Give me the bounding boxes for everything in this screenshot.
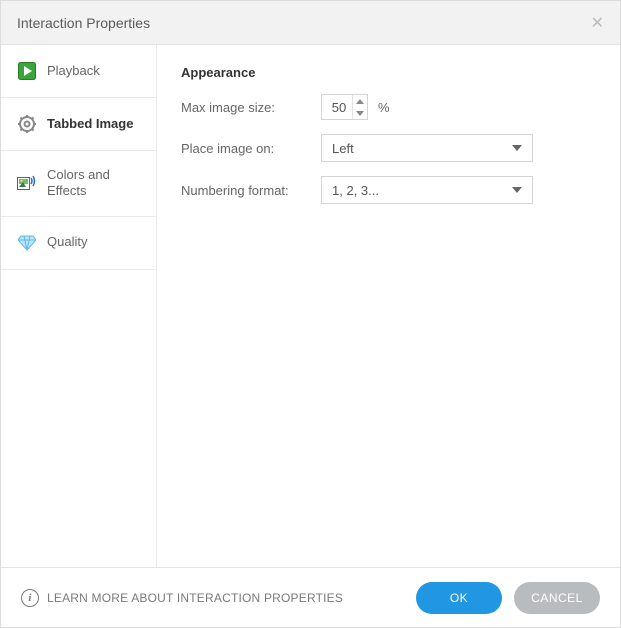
dialog-title: Interaction Properties [17,15,150,31]
footer: i LEARN MORE ABOUT INTERACTION PROPERTIE… [1,567,620,627]
stepper-up-icon[interactable] [353,95,367,107]
sidebar-item-colors-effects[interactable]: Colors and Effects [1,151,156,217]
chevron-down-icon [512,187,522,193]
gear-icon [17,114,37,134]
cancel-button[interactable]: CANCEL [514,582,600,614]
sidebar-item-label: Quality [47,234,87,250]
sidebar-item-label: Playback [47,63,100,79]
learn-more-text: LEARN MORE ABOUT INTERACTION PROPERTIES [47,591,343,605]
max-image-size-unit: % [378,100,390,115]
content-panel: Appearance Max image size: % Place image… [157,45,620,567]
place-image-value: Left [332,141,354,156]
ok-button[interactable]: OK [416,582,502,614]
numbering-format-select[interactable]: 1, 2, 3... [321,176,533,204]
place-image-select[interactable]: Left [321,134,533,162]
image-sound-icon [17,173,37,193]
place-image-label: Place image on: [181,141,321,156]
sidebar-item-quality[interactable]: Quality [1,217,156,270]
numbering-format-value: 1, 2, 3... [332,183,379,198]
title-bar: Interaction Properties ✕ [1,1,620,45]
chevron-down-icon [512,145,522,151]
info-icon: i [21,589,39,607]
play-icon [17,61,37,81]
sidebar-item-label: Colors and Effects [47,167,140,200]
field-max-image-size: Max image size: % [181,94,596,120]
max-image-size-label: Max image size: [181,100,321,115]
diamond-icon [17,233,37,253]
dialog-body: Playback Tabbed Image [1,45,620,567]
field-place-image: Place image on: Left [181,134,596,162]
sidebar: Playback Tabbed Image [1,45,157,567]
numbering-format-label: Numbering format: [181,183,321,198]
field-numbering-format: Numbering format: 1, 2, 3... [181,176,596,204]
sidebar-item-label: Tabbed Image [47,116,133,132]
sidebar-item-playback[interactable]: Playback [1,45,156,98]
section-title-appearance: Appearance [181,65,596,80]
max-image-size-input[interactable] [322,95,352,119]
sidebar-item-tabbed-image[interactable]: Tabbed Image [1,98,156,151]
close-icon[interactable]: ✕ [591,13,604,33]
stepper-down-icon[interactable] [353,107,367,119]
max-image-size-stepper[interactable] [321,94,368,120]
learn-more-link[interactable]: i LEARN MORE ABOUT INTERACTION PROPERTIE… [21,589,343,607]
